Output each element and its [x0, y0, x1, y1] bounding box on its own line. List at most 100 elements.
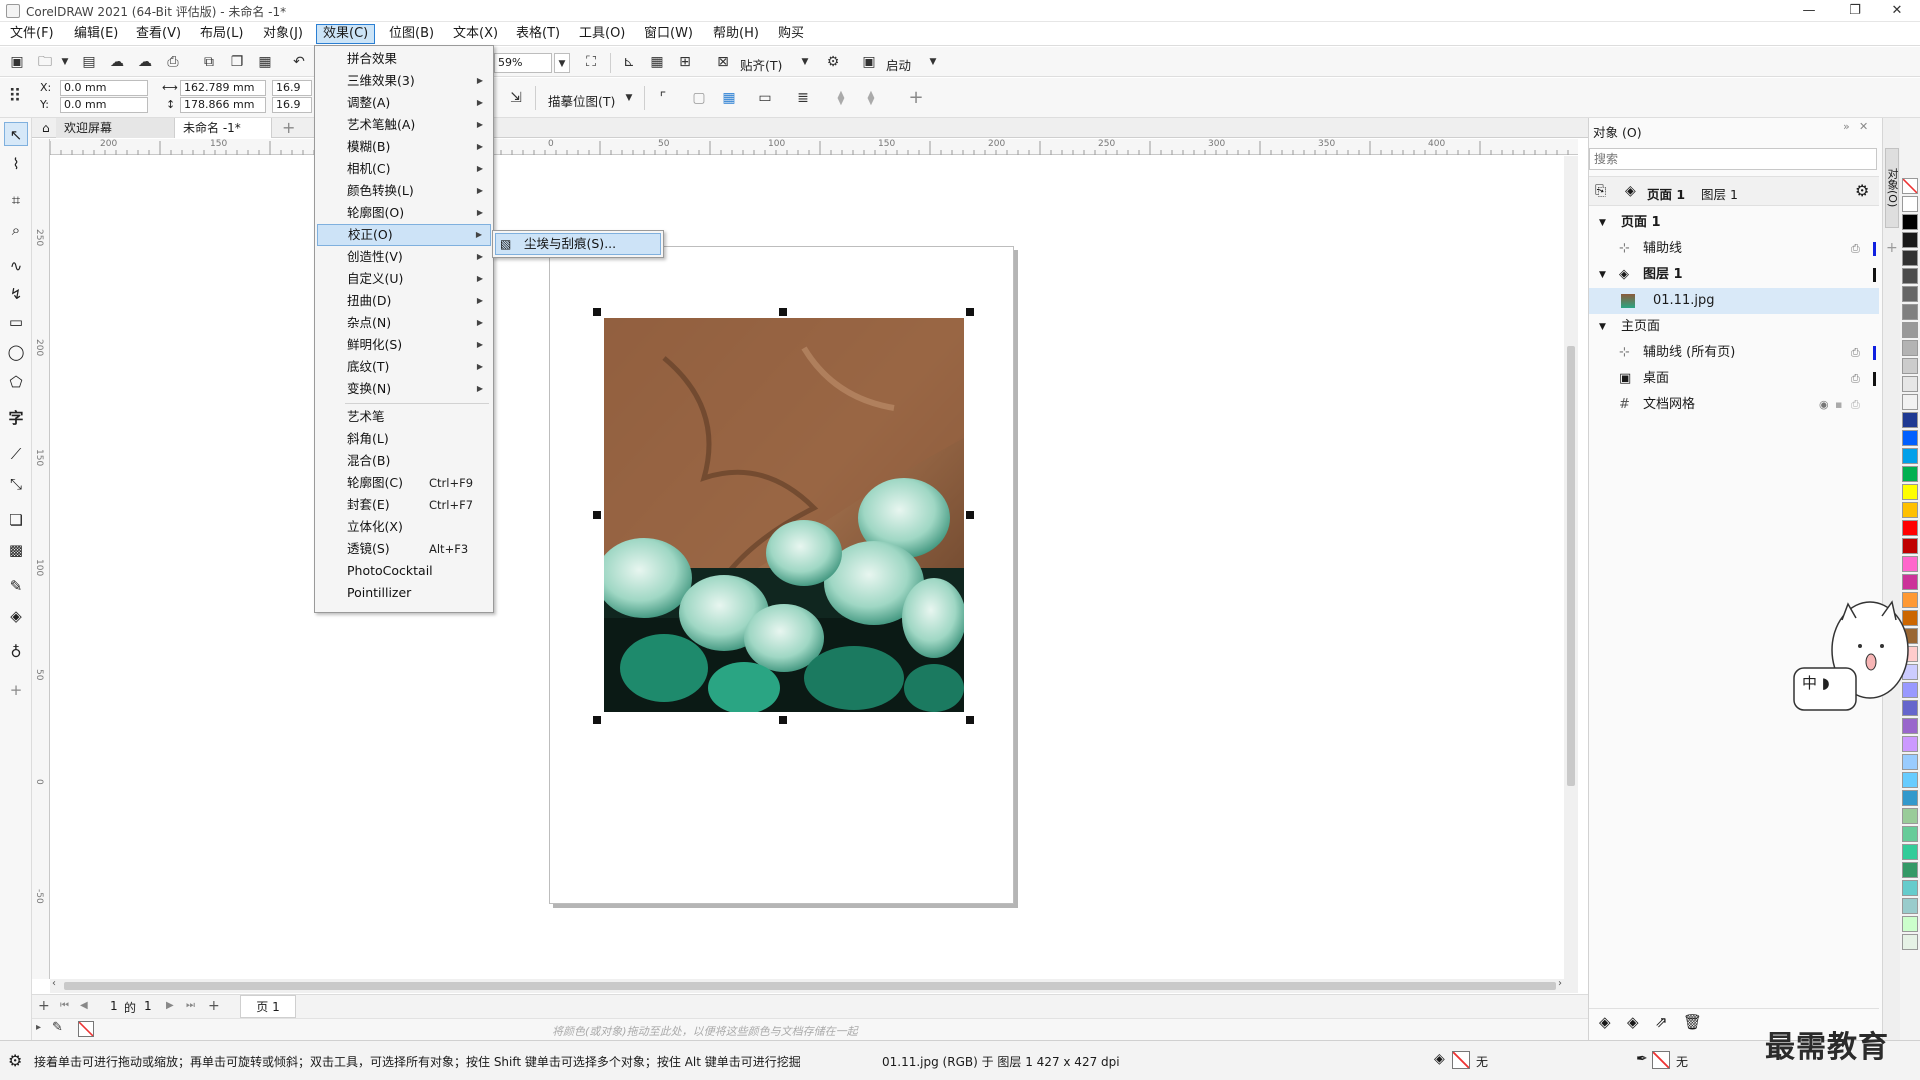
show-grid-icon[interactable]: ▦: [646, 51, 668, 73]
palette-swatch[interactable]: [1902, 502, 1918, 518]
y-position-field[interactable]: 0.0 mm: [60, 97, 148, 113]
palette-swatch[interactable]: [1902, 304, 1918, 320]
print-icon[interactable]: ⎙: [1851, 236, 1860, 262]
menu-layout[interactable]: 布局(L): [194, 24, 249, 44]
move-to-layer-icon[interactable]: ⇗: [1655, 1013, 1668, 1031]
docker-collapse-icon[interactable]: »: [1843, 120, 1850, 133]
effects-menu-item[interactable]: 扭曲(D) ▶: [317, 290, 491, 312]
tab-document[interactable]: 未命名 -1*: [174, 118, 272, 138]
effects-menu-item[interactable]: 艺术笔触(A) ▶: [317, 114, 491, 136]
palette-swatch[interactable]: [1902, 736, 1918, 752]
resample-icon[interactable]: ▢: [688, 87, 710, 109]
palette-swatch[interactable]: [1902, 844, 1918, 860]
drop-shadow-tool-icon[interactable]: ❏: [4, 508, 28, 532]
tree-row-layer1[interactable]: ▼ ◈ 图层 1: [1589, 262, 1879, 288]
add-page-after-icon[interactable]: +: [208, 998, 220, 1014]
palette-swatch[interactable]: [1902, 412, 1918, 428]
chevron-down-icon[interactable]: ▼: [54, 51, 76, 73]
show-rulers-icon[interactable]: ⊾: [618, 51, 640, 73]
print-icon[interactable]: ⎙: [162, 51, 184, 73]
effects-menu-item[interactable]: 轮廓图(C) Ctrl+F9: [317, 472, 491, 494]
close-button[interactable]: ✕: [1874, 0, 1920, 22]
palette-swatch[interactable]: [1902, 898, 1918, 914]
snap-dropdown-icon[interactable]: ▼: [794, 51, 816, 73]
eyedropper-icon[interactable]: ✎: [52, 1020, 63, 1035]
print-icon[interactable]: ⎙: [1851, 392, 1860, 418]
palette-swatch[interactable]: [1902, 808, 1918, 824]
no-color-swatch[interactable]: [1902, 178, 1918, 194]
effects-menu-item[interactable]: 透镜(S) Alt+F3: [317, 538, 491, 560]
menu-text[interactable]: 文本(X): [447, 24, 504, 44]
next-page-icon[interactable]: ▶: [166, 1000, 174, 1011]
palette-swatch[interactable]: [1902, 358, 1918, 374]
vertical-scroll-thumb[interactable]: [1567, 346, 1575, 786]
effects-menu-item[interactable]: 轮廓图(O) ▶: [317, 202, 491, 224]
tab-welcome[interactable]: 欢迎屏幕: [56, 118, 174, 138]
object-origin-icon[interactable]: ⠿: [4, 86, 26, 108]
palette-swatch[interactable]: [1902, 430, 1918, 446]
launch-menu[interactable]: 启动: [886, 55, 911, 74]
breadcrumb-page[interactable]: 页面 1: [1647, 184, 1685, 203]
menu-view[interactable]: 查看(V): [130, 24, 187, 44]
transparency-tool-icon[interactable]: ▩: [4, 538, 28, 562]
tree-row-page1[interactable]: ▼ 页面 1: [1589, 210, 1879, 236]
palette-swatch[interactable]: [1902, 376, 1918, 392]
new-document-icon[interactable]: ▣: [6, 51, 28, 73]
launch-dropdown-icon[interactable]: ▼: [922, 51, 944, 73]
width-field[interactable]: 162.789 mm: [180, 80, 266, 96]
undo-icon[interactable]: ↶: [288, 51, 310, 73]
text-wrap-icon[interactable]: ≣: [792, 87, 814, 109]
interactive-fill-icon[interactable]: ◈: [4, 604, 28, 628]
tree-row-grid[interactable]: # 文档网格 ◉ ▪ ⎙: [1589, 392, 1879, 418]
palette-swatch[interactable]: [1902, 268, 1918, 284]
tree-row-guides[interactable]: ⊹ 辅助线 ⎙: [1589, 236, 1879, 262]
palette-swatch[interactable]: [1902, 538, 1918, 554]
effects-menu-item[interactable]: 三维效果(3) ▶: [317, 70, 491, 92]
menu-tools[interactable]: 工具(O): [573, 24, 631, 44]
effects-menu-item[interactable]: 创造性(V) ▶: [317, 246, 491, 268]
crop-bitmap-icon[interactable]: ⌜: [652, 87, 674, 109]
zoom-level-field[interactable]: 59%: [494, 53, 552, 73]
palette-swatch[interactable]: [1902, 934, 1918, 950]
page-tab[interactable]: 页 1: [240, 995, 296, 1018]
snap-to-menu[interactable]: 贴齐(T): [740, 55, 782, 74]
vertical-ruler[interactable]: 250 200 150 100 50 0 -50: [32, 139, 50, 979]
rectangle-tool-icon[interactable]: ▭: [4, 310, 28, 334]
pick-tool-icon[interactable]: ↖: [4, 122, 28, 146]
eyedropper-tool-icon[interactable]: ✎: [4, 574, 28, 598]
gear-icon[interactable]: ⚙: [1855, 181, 1869, 200]
fill-swatch[interactable]: [1452, 1051, 1470, 1069]
artistic-media-icon[interactable]: ↯: [4, 282, 28, 306]
menu-object[interactable]: 对象(J): [257, 24, 309, 44]
first-page-icon[interactable]: ⏮: [60, 1000, 69, 1011]
selection-handle[interactable]: [966, 511, 974, 519]
restore-button[interactable]: ❐: [1832, 0, 1878, 22]
save-icon[interactable]: ▤: [78, 51, 100, 73]
tree-row-guides-all[interactable]: ⊹ 辅助线 (所有页) ⎙: [1589, 340, 1879, 366]
vertical-scrollbar[interactable]: [1564, 156, 1578, 979]
selection-handle[interactable]: [593, 716, 601, 724]
outline-swatch[interactable]: [1652, 1051, 1670, 1069]
horizontal-scroll-thumb[interactable]: [64, 982, 1556, 990]
palette-swatch[interactable]: [1902, 232, 1918, 248]
docker-close-icon[interactable]: ✕: [1859, 120, 1868, 133]
new-master-layer-icon[interactable]: ◈: [1627, 1013, 1639, 1031]
selection-handle[interactable]: [593, 308, 601, 316]
zoom-tool-icon[interactable]: ⌕: [4, 218, 28, 242]
menu-file[interactable]: 文件(F): [4, 24, 60, 44]
fill-icon[interactable]: ◈: [1434, 1051, 1445, 1067]
outline-pen-icon[interactable]: ✒: [1636, 1051, 1648, 1067]
palette-swatch[interactable]: [1902, 466, 1918, 482]
dust-and-scratch-item[interactable]: ▧ 尘埃与刮痕(S)...: [495, 233, 661, 255]
gear-icon[interactable]: ⚙: [822, 51, 844, 73]
effects-menu-item[interactable]: 变换(N) ▶: [317, 378, 491, 400]
print-icon[interactable]: ⎙: [1851, 366, 1860, 392]
edit-bitmap-icon[interactable]: ⇲: [505, 87, 527, 109]
scale-width-field[interactable]: 16.9: [272, 80, 312, 96]
menu-window[interactable]: 窗口(W): [638, 24, 699, 44]
effects-menu-item[interactable]: 杂点(N) ▶: [317, 312, 491, 334]
add-page-before-icon[interactable]: +: [38, 998, 50, 1014]
show-guides-icon[interactable]: ⊞: [674, 51, 696, 73]
shape-tool-icon[interactable]: ⌇: [4, 152, 28, 176]
effects-menu-item[interactable]: 颜色转换(L) ▶: [317, 180, 491, 202]
